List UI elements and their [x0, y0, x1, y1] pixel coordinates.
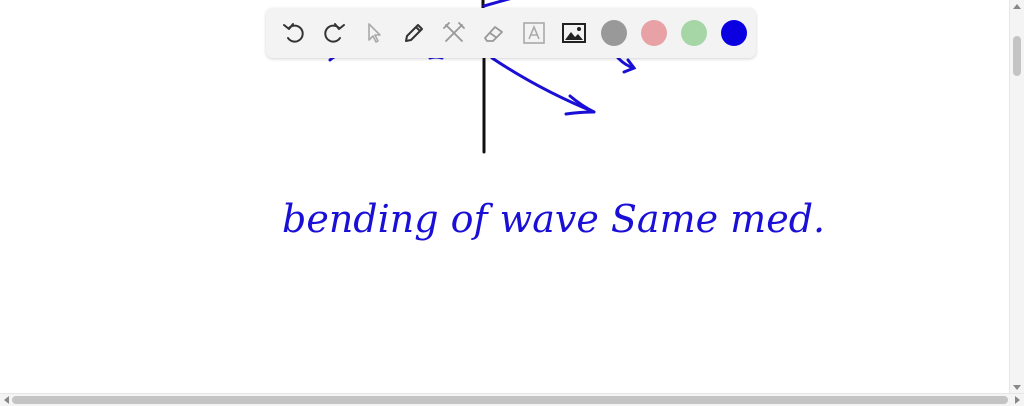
eraser-icon [484, 26, 503, 42]
drawing-canvas[interactable]: bending of wave Same med. [0, 0, 1010, 394]
redo-button[interactable] [314, 13, 354, 53]
pen-button[interactable] [394, 13, 434, 53]
color-swatch-blue[interactable] [714, 13, 754, 53]
eraser-button[interactable] [474, 13, 514, 53]
color-swatch-pink[interactable] [634, 13, 674, 53]
image-icon [562, 23, 586, 43]
undo-icon [283, 23, 304, 43]
image-button[interactable] [554, 13, 594, 53]
scroll-right-icon[interactable] [1012, 394, 1024, 406]
gray-swatch-dot [601, 20, 627, 46]
blue-swatch-dot [721, 20, 747, 46]
hammer-wrench-icon [443, 22, 465, 42]
redo-icon [324, 23, 345, 43]
pen-icon [405, 24, 423, 42]
pointer-icon [368, 23, 381, 43]
color-swatch-green[interactable] [674, 13, 714, 53]
handwritten-note: bending of wave Same med. [282, 197, 825, 241]
drawing-toolbar [266, 8, 756, 58]
select-button[interactable] [354, 13, 394, 53]
text-box-icon [523, 22, 545, 44]
color-swatch-gray[interactable] [594, 13, 634, 53]
tools-button[interactable] [434, 13, 474, 53]
pink-swatch-dot [641, 20, 667, 46]
green-swatch-dot [681, 20, 707, 46]
undo-button[interactable] [274, 13, 314, 53]
text-button[interactable] [514, 13, 554, 53]
horizontal-scroll-thumb[interactable] [12, 396, 1008, 404]
vertical-scrollbar[interactable] [1009, 0, 1024, 394]
vertical-scroll-thumb[interactable] [1013, 36, 1021, 76]
horizontal-scrollbar[interactable] [0, 393, 1024, 406]
scroll-left-icon[interactable] [0, 394, 12, 406]
whiteboard-strokes: bending of wave Same med. [282, 0, 825, 241]
scroll-up-icon[interactable] [1011, 0, 1023, 12]
